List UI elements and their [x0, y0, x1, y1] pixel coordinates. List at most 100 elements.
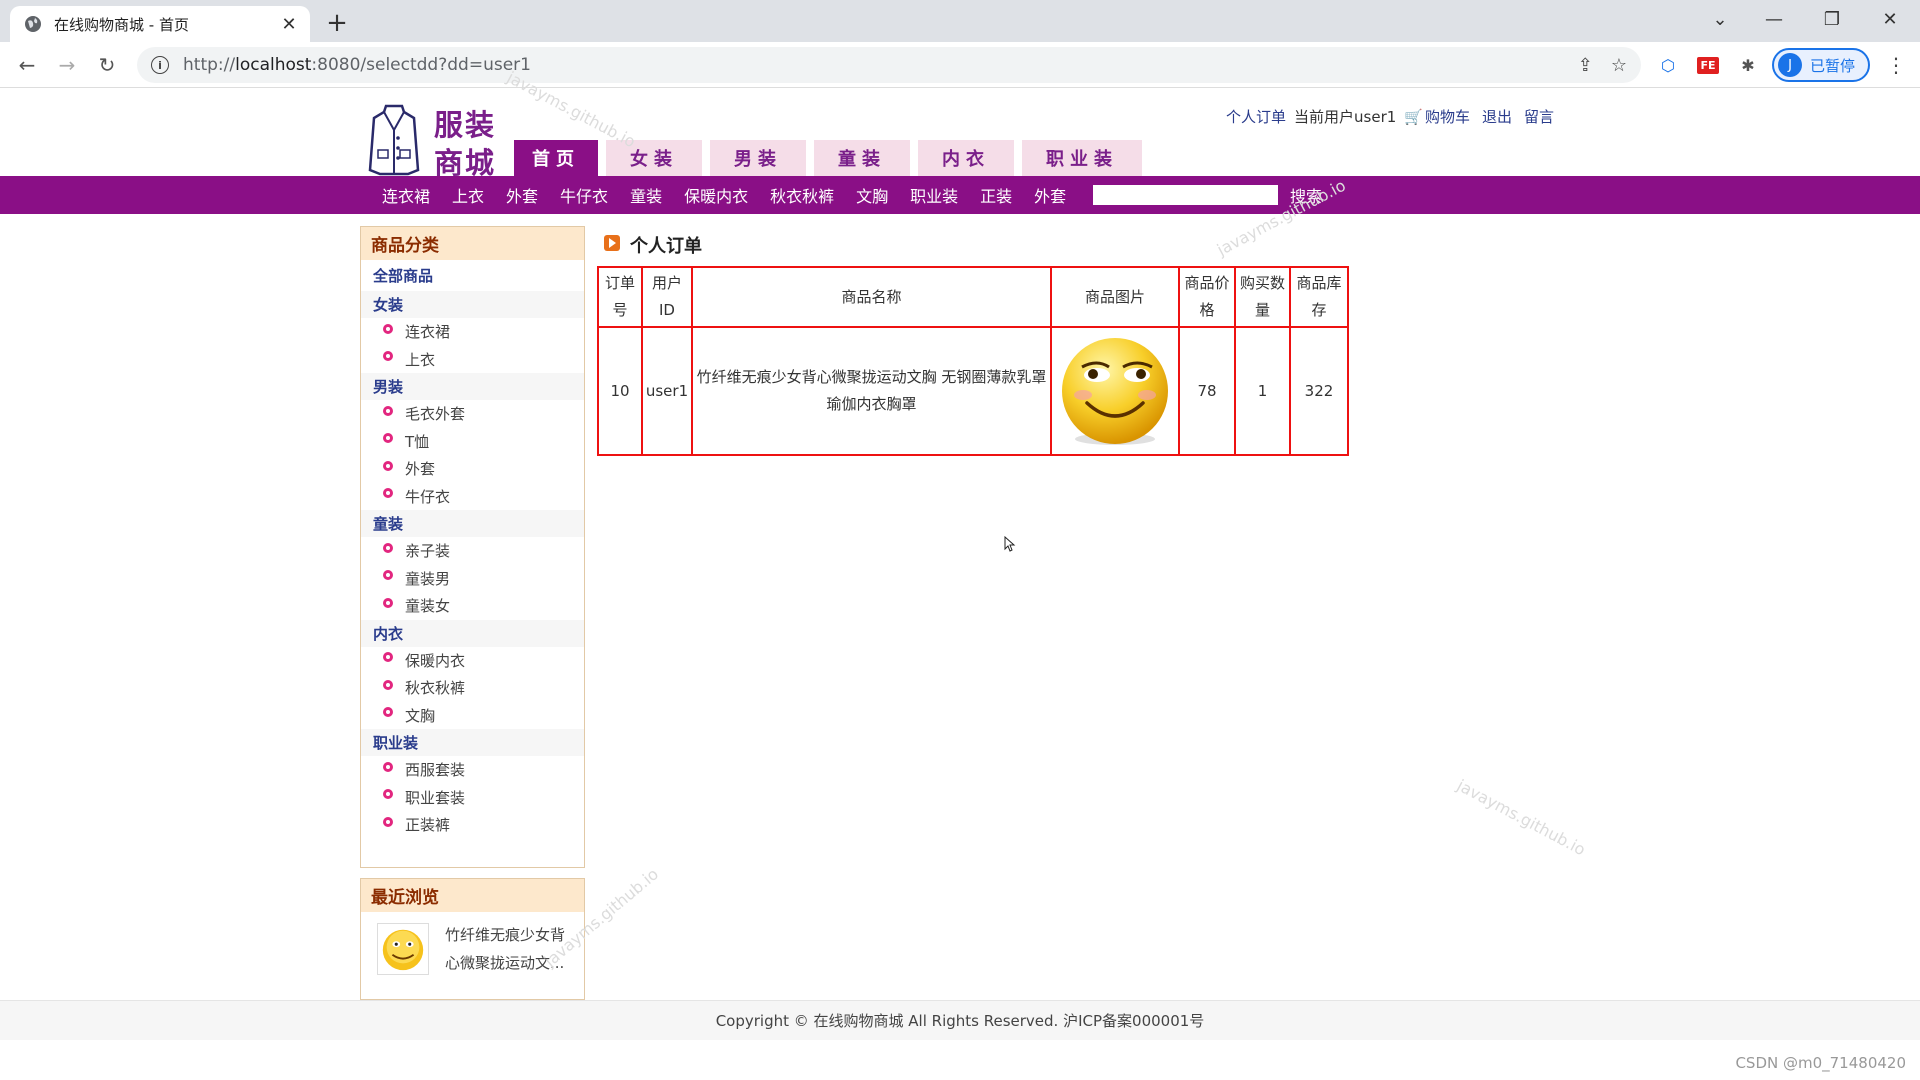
cell-price: 78 [1178, 326, 1236, 456]
browser-toolbar: ← → ↻ i http://localhost:8080/selectdd?d… [0, 42, 1920, 88]
cart-icon[interactable]: 🛒 [1404, 108, 1423, 126]
bullet-icon [383, 405, 393, 416]
sidebar-category[interactable]: 内衣 [361, 619, 584, 647]
globe-icon [25, 16, 41, 32]
tab-underwear[interactable]: 内衣 [918, 140, 1014, 176]
address-bar[interactable]: i http://localhost:8080/selectdd?dd=user… [137, 47, 1641, 83]
subnav-link[interactable]: 正装 [980, 183, 1012, 207]
bullet-icon [383, 816, 393, 827]
tab-home[interactable]: 首页 [514, 140, 598, 176]
main-category-tabs: 首页 女装 男装 童装 内衣 职业装 [514, 140, 1142, 176]
browser-tab[interactable]: 在线购物商城 - 首页 ✕ [10, 6, 310, 42]
subnav-link[interactable]: 文胸 [856, 183, 888, 207]
subnav-link[interactable]: 外套 [506, 183, 538, 207]
web-page: 服装 商城 个人订单 当前用户user1 🛒 购物车 退出 留言 首页 女装 男… [0, 68, 1920, 1080]
share-icon[interactable]: ⇪ [1578, 55, 1593, 76]
col-header-product-image: 商品图片 [1050, 266, 1180, 328]
menu-kebab-icon[interactable]: ⋮ [1884, 50, 1908, 80]
subnav-link[interactable]: 保暖内衣 [684, 183, 748, 207]
bullet-icon [383, 542, 393, 553]
sidebar-category[interactable]: 童装 [361, 510, 584, 537]
browser-tabstrip: 在线购物商城 - 首页 ✕ + ⌄ — ❐ ✕ [0, 0, 1920, 42]
bullet-icon [383, 652, 393, 663]
my-orders-link[interactable]: 个人订单 [1226, 106, 1286, 127]
col-header-product-name: 商品名称 [691, 266, 1052, 328]
subnav-link[interactable]: 连衣裙 [382, 183, 430, 207]
extensions-puzzle-icon[interactable]: ✱ [1734, 51, 1762, 79]
minimize-button[interactable]: — [1752, 4, 1796, 34]
sidebar-item[interactable]: 保暖内衣 [361, 647, 584, 675]
fe-extension-icon[interactable]: FE [1694, 51, 1722, 79]
restore-button[interactable]: ❐ [1810, 4, 1854, 34]
sidebar-item[interactable]: 毛衣外套 [361, 400, 584, 428]
site-logo[interactable]: 服装 商城 [368, 102, 500, 180]
cell-product-image [1050, 326, 1180, 456]
cell-user-id: user1 [641, 326, 693, 456]
search-input[interactable] [1093, 185, 1278, 205]
subnav-link[interactable]: 牛仔衣 [560, 183, 608, 207]
subnav-link[interactable]: 职业装 [910, 183, 958, 207]
subnav-link[interactable]: 外套 [1034, 183, 1066, 207]
sidebar-item[interactable]: 正装裤 [361, 811, 584, 839]
bullet-icon [383, 707, 393, 718]
sidebar-item[interactable]: 童装女 [361, 592, 584, 620]
bookmark-star-icon[interactable]: ☆ [1611, 55, 1627, 76]
subnav-link[interactable]: 上衣 [452, 183, 484, 207]
sidebar-item[interactable]: 秋衣秋裤 [361, 674, 584, 702]
sidebar-item[interactable]: 上衣 [361, 346, 584, 374]
cart-link[interactable]: 购物车 [1425, 106, 1470, 127]
tab-search-chevron-icon[interactable]: ⌄ [1698, 4, 1742, 34]
close-window-button[interactable]: ✕ [1868, 4, 1912, 34]
arrow-right-icon [604, 235, 620, 251]
tab-mens[interactable]: 男装 [710, 140, 806, 176]
page-title: 个人订单 [604, 232, 702, 258]
site-info-icon[interactable]: i [151, 56, 169, 74]
sidebar-category[interactable]: 职业装 [361, 729, 584, 756]
product-image[interactable] [1057, 333, 1173, 449]
sidebar-item[interactable]: 文胸 [361, 702, 584, 730]
extension-hexagon-icon[interactable]: ⬡ [1654, 51, 1682, 79]
profile-button[interactable]: J 已暂停 [1772, 48, 1870, 82]
sidebar-item[interactable]: T恤 [361, 428, 584, 456]
new-tab-button[interactable]: + [322, 8, 352, 38]
cell-product-name: 竹纤维无痕少女背心微聚拢运动文胸 无钢圈薄款乳罩 瑜伽内衣胸罩 [691, 326, 1052, 456]
logout-link[interactable]: 退出 [1482, 106, 1512, 127]
bullet-icon [383, 351, 393, 362]
cell-stock: 322 [1289, 326, 1349, 456]
user-links: 个人订单 当前用户user1 🛒 购物车 退出 留言 [1226, 106, 1554, 127]
product-thumbnail[interactable] [377, 923, 429, 975]
sidebar-item[interactable]: 职业套装 [361, 784, 584, 812]
sidebar-item[interactable]: 亲子装 [361, 537, 584, 565]
sidebar-item[interactable]: 牛仔衣 [361, 483, 584, 511]
sidebar-item[interactable]: 外套 [361, 455, 584, 483]
col-header-price: 商品价格 [1178, 266, 1236, 328]
tab-workwear[interactable]: 职业装 [1022, 140, 1142, 176]
tab-close-icon[interactable]: ✕ [278, 13, 300, 35]
subnav-link[interactable]: 秋衣秋裤 [770, 183, 834, 207]
col-header-user-id: 用户 ID [641, 266, 693, 328]
bullet-icon [383, 679, 393, 690]
sidebar-category[interactable]: 女装 [361, 291, 584, 318]
sidebar-item[interactable]: 童装男 [361, 565, 584, 593]
message-link[interactable]: 留言 [1524, 106, 1554, 127]
tab-kids[interactable]: 童装 [814, 140, 910, 176]
url-text: http://localhost:8080/selectdd?dd=user1 [183, 55, 531, 75]
sidebar-item[interactable]: 连衣裙 [361, 318, 584, 346]
back-button[interactable]: ← [12, 50, 42, 80]
current-user-label: 当前用户user1 [1294, 108, 1397, 126]
subnav-link[interactable]: 童装 [630, 183, 662, 207]
all-products-link[interactable]: 全部商品 [361, 260, 584, 291]
forward-button[interactable]: → [52, 50, 82, 80]
sidebar-title: 商品分类 [361, 227, 584, 260]
footer: Copyright © 在线购物商城 All Rights Reserved. … [0, 1000, 1920, 1040]
bullet-icon [383, 323, 393, 334]
cell-quantity: 1 [1234, 326, 1291, 456]
bullet-icon [383, 460, 393, 471]
recently-viewed-panel: 最近浏览 竹纤维无痕少女背心微聚拢运动文... [360, 878, 585, 1000]
tab-title: 在线购物商城 - 首页 [54, 15, 189, 34]
watermark: javayms.github.io [1453, 775, 1589, 860]
sidebar-category[interactable]: 男装 [361, 373, 584, 400]
sidebar-item[interactable]: 西服套装 [361, 756, 584, 784]
reload-button[interactable]: ↻ [92, 50, 122, 80]
recently-viewed-title: 最近浏览 [361, 879, 584, 912]
